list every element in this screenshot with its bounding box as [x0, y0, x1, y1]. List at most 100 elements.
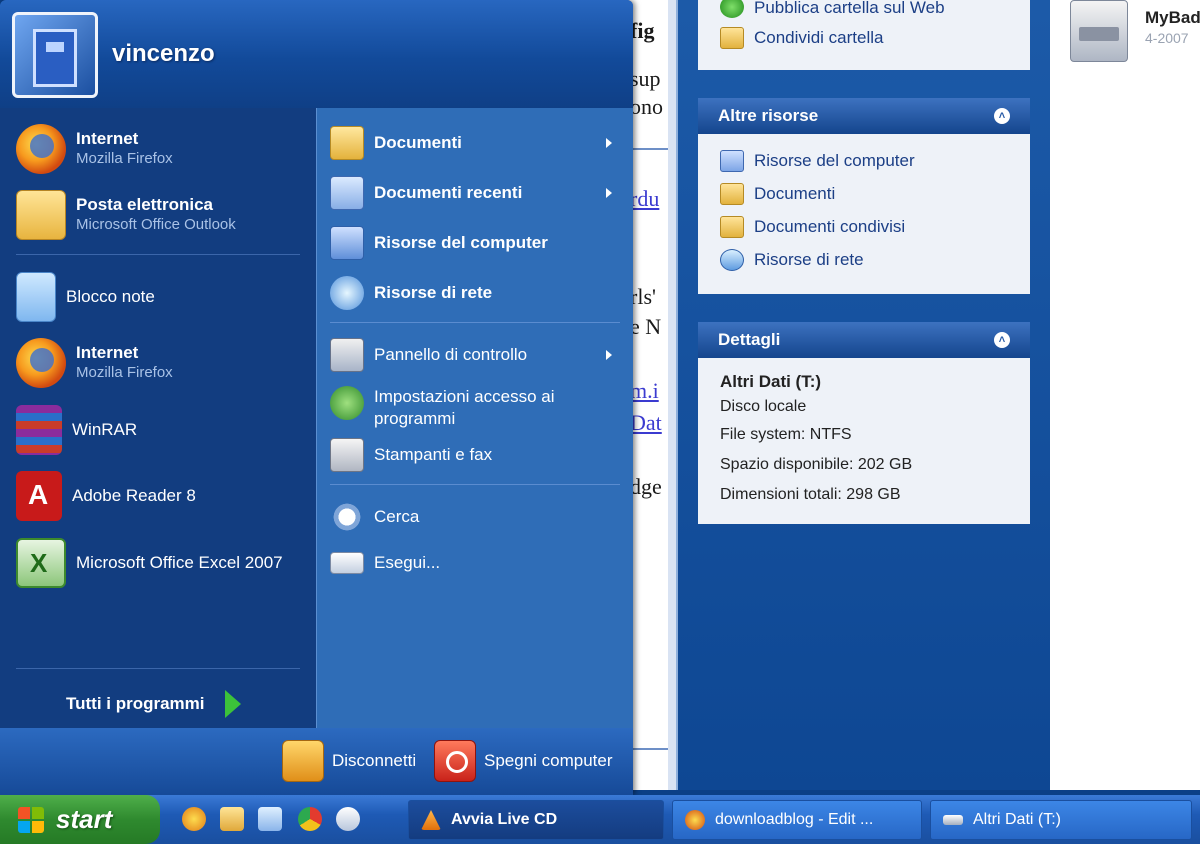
- drive-free-space: Spazio disponibile: 202 GB: [720, 456, 913, 473]
- file-tasks-box: Pubblica cartella sul Web Condividi cart…: [698, 0, 1030, 70]
- doc-fragment: e N: [630, 314, 662, 339]
- task-button[interactable]: Altri Dati (T:): [930, 800, 1192, 840]
- submenu-arrow-icon: [606, 350, 612, 360]
- shared-folder-icon: [720, 27, 744, 49]
- show-desktop-icon[interactable]: [258, 807, 282, 831]
- drive-total-size: Dimensioni totali: 298 GB: [720, 486, 901, 503]
- doc-fragment: rls': [630, 284, 656, 309]
- submenu-arrow-icon: [606, 138, 612, 148]
- details-header[interactable]: Dettagli ˄: [698, 322, 1030, 358]
- place-search[interactable]: Cerca: [330, 500, 620, 534]
- other-resources-box: Risorse del computer Documenti Documenti…: [698, 134, 1030, 294]
- other-resources-header[interactable]: Altre risorse ˄: [698, 98, 1030, 134]
- program-access-icon: [330, 386, 364, 420]
- drive-icon: [943, 815, 963, 825]
- network-icon: [330, 276, 364, 310]
- place-recent-documents[interactable]: Documenti recenti: [330, 176, 620, 210]
- link-shared-documents[interactable]: Documenti condivisi: [698, 210, 1030, 243]
- link-my-computer[interactable]: Risorse del computer: [698, 144, 1030, 177]
- menu-separator: [330, 322, 620, 323]
- run-icon: [330, 552, 364, 574]
- place-control-panel[interactable]: Pannello di controllo: [330, 338, 620, 372]
- firefox-icon: [16, 124, 66, 174]
- recent-adobe-reader[interactable]: Adobe Reader 8: [16, 471, 196, 521]
- collapse-icon[interactable]: ˄: [994, 332, 1010, 348]
- taskbar: start Avvia Live CD downloadblog - Edit …: [0, 795, 1200, 844]
- pinned-email[interactable]: Posta elettronica Microsoft Office Outloo…: [16, 190, 236, 240]
- control-panel-icon: [330, 338, 364, 372]
- power-icon: [434, 740, 476, 782]
- start-button[interactable]: start: [0, 795, 160, 844]
- messenger-icon[interactable]: [336, 807, 360, 831]
- firefox-icon: [685, 810, 705, 830]
- winrar-icon: [16, 405, 62, 455]
- recent-notepad[interactable]: Blocco note: [16, 272, 155, 322]
- documents-folder-icon: [720, 182, 744, 205]
- my-computer-icon: [330, 226, 364, 260]
- place-program-access[interactable]: Impostazioni accesso ai programmi: [330, 386, 620, 430]
- start-menu-programs: Internet Mozilla Firefox Posta elettronic…: [0, 108, 316, 728]
- recent-documents-icon: [330, 176, 364, 210]
- my-computer-icon: [720, 149, 744, 172]
- task-button[interactable]: downloadblog - Edit ...: [672, 800, 922, 840]
- details-box: Altri Dati (T:) Disco locale File system…: [698, 358, 1030, 524]
- drive-label: MyBad: [1145, 8, 1200, 27]
- firefox-icon[interactable]: [182, 807, 206, 831]
- place-network[interactable]: Risorse di rete: [330, 276, 620, 310]
- link-documents[interactable]: Documenti: [698, 177, 1030, 210]
- place-documents[interactable]: Documenti: [330, 126, 620, 160]
- start-menu: vincenzo Internet Mozilla Firefox Posta e…: [0, 0, 633, 795]
- share-folder-link[interactable]: Condividi cartella: [698, 18, 1030, 58]
- doc-link[interactable]: m.i: [630, 378, 659, 404]
- collapse-icon[interactable]: ˄: [994, 108, 1010, 124]
- drive-icon[interactable]: [1070, 0, 1128, 62]
- window-border: [668, 0, 676, 790]
- excel-icon: [16, 538, 66, 588]
- pinned-internet[interactable]: Internet Mozilla Firefox: [16, 124, 173, 174]
- place-run[interactable]: Esegui...: [330, 552, 620, 574]
- shared-folder-icon: [720, 215, 744, 238]
- place-my-computer[interactable]: Risorse del computer: [330, 226, 620, 260]
- menu-separator: [330, 484, 620, 485]
- menu-separator: [16, 668, 300, 669]
- doc-fragment: dge: [630, 474, 662, 499]
- outlook-icon: [16, 190, 66, 240]
- doc-fragment: fig: [630, 18, 655, 43]
- link-network[interactable]: Risorse di rete: [698, 243, 1030, 276]
- user-name: vincenzo: [112, 40, 215, 67]
- windows-logo-icon: [18, 806, 44, 833]
- drive-sublabel: 4-2007: [1145, 30, 1189, 46]
- recent-excel[interactable]: Microsoft Office Excel 2007: [16, 538, 283, 588]
- logoff-key-icon: [282, 740, 324, 782]
- outlook-icon[interactable]: [220, 807, 244, 831]
- place-printers[interactable]: Stampanti e fax: [330, 438, 620, 472]
- menu-separator: [16, 254, 300, 255]
- task-button[interactable]: Avvia Live CD: [408, 800, 664, 840]
- documents-folder-icon: [330, 126, 364, 160]
- drive-name: Altri Dati (T:): [720, 372, 822, 391]
- firefox-icon: [16, 338, 66, 388]
- network-icon: [720, 248, 744, 271]
- doc-link[interactable]: rdu: [630, 186, 659, 212]
- recent-winrar[interactable]: WinRAR: [16, 405, 137, 455]
- publish-folder-link[interactable]: Pubblica cartella sul Web: [698, 0, 1030, 18]
- recent-internet[interactable]: Internet Mozilla Firefox: [16, 338, 173, 388]
- user-avatar[interactable]: [12, 12, 98, 98]
- drive-type: Disco locale: [720, 398, 807, 415]
- globe-icon: [720, 0, 744, 18]
- notepad-icon: [16, 272, 56, 322]
- doc-fragment: sup: [630, 66, 661, 91]
- doc-fragment: ono: [630, 94, 663, 119]
- explorer-task-pane: Pubblica cartella sul Web Condividi cart…: [676, 0, 1050, 790]
- doc-link[interactable]: Dat: [630, 410, 662, 436]
- shutdown-button[interactable]: Spegni computer: [434, 740, 613, 782]
- adobe-reader-icon: [16, 471, 62, 521]
- chrome-icon[interactable]: [298, 807, 322, 831]
- green-arrow-icon: [224, 690, 241, 718]
- start-menu-footer: Disconnetti Spegni computer: [0, 728, 633, 795]
- printer-icon: [330, 438, 364, 472]
- start-menu-header: vincenzo: [0, 0, 633, 108]
- explorer-file-area: MyBad 4-2007: [1050, 0, 1200, 790]
- all-programs-button[interactable]: Tutti i programmi: [66, 690, 241, 718]
- logoff-button[interactable]: Disconnetti: [282, 740, 416, 782]
